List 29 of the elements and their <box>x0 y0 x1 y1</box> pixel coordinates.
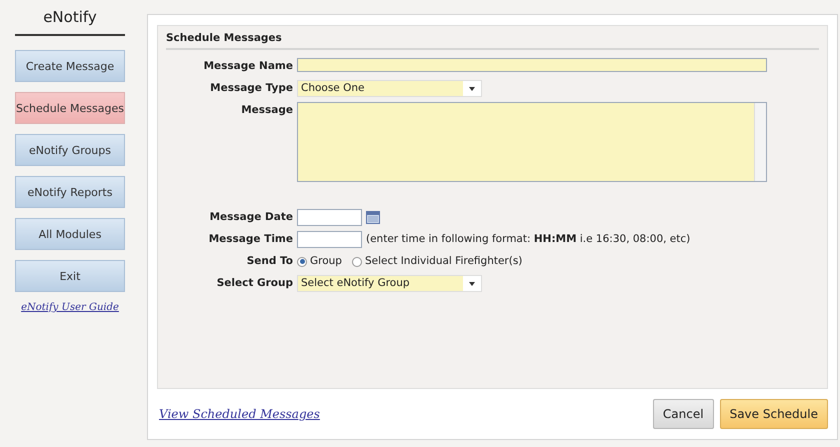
nav-button[interactable]: eNotify Groups <box>15 134 125 166</box>
field-label: Message <box>240 103 293 118</box>
field-label: Send To <box>246 254 293 269</box>
radio-option[interactable]: Group <box>297 253 342 270</box>
field-label: Message Date <box>208 210 293 225</box>
calendar-icon[interactable] <box>366 211 380 224</box>
field-label: Message Time <box>208 232 293 247</box>
sidebar-title: eNotify <box>15 8 125 36</box>
time-field[interactable] <box>297 231 362 248</box>
date-field[interactable] <box>297 209 362 226</box>
message-textarea[interactable] <box>297 102 767 182</box>
cancel-button[interactable]: Cancel <box>652 399 714 429</box>
field-label: Message Name <box>202 59 293 74</box>
message-type-dropdown[interactable]: Choose One <box>297 80 482 97</box>
nav-button[interactable]: eNotify Reports <box>15 176 125 208</box>
panel-title: Schedule Messages <box>166 30 819 50</box>
nav-button[interactable]: Create Message <box>15 50 125 82</box>
radio-option[interactable]: Select Individual Firefighter(s) <box>352 253 522 270</box>
nav-button[interactable]: Exit <box>15 260 125 292</box>
save-button[interactable]: Save Schedule <box>720 399 828 429</box>
user-guide-link[interactable]: eNotify User Guide <box>21 302 119 313</box>
message-name-field[interactable] <box>297 58 767 72</box>
field-label: Select Group <box>216 276 293 291</box>
nav-button[interactable]: Schedule Messages <box>15 92 125 124</box>
group-dropdown[interactable]: Select eNotify Group <box>297 275 482 292</box>
view-scheduled-link[interactable]: View Scheduled Messages <box>159 407 320 421</box>
nav-button[interactable]: All Modules <box>15 218 125 250</box>
time-format-hint: (enter time in following format: HH:MM i.e 16:30, 08:00, etc) <box>366 232 690 247</box>
field-label: Message Type <box>209 81 293 96</box>
